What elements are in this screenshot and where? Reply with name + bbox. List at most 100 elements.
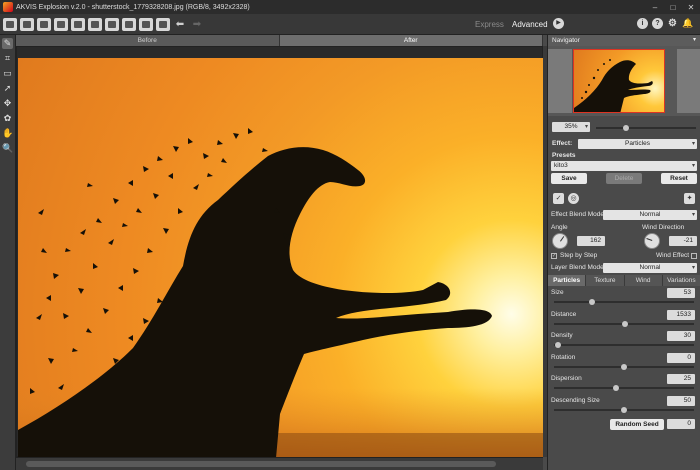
hand-icon[interactable]: ✋	[2, 128, 13, 139]
batch-icon[interactable]	[20, 17, 34, 31]
redo-icon[interactable]: ➡	[190, 18, 204, 31]
param-slider[interactable]	[554, 320, 694, 327]
random-seed-button[interactable]: Random Seed	[610, 419, 664, 430]
tab-wind[interactable]: Wind	[624, 275, 663, 286]
param-label: Density	[551, 332, 573, 339]
param-value[interactable]: 50	[667, 395, 695, 406]
load-strokes-icon[interactable]	[122, 17, 136, 31]
notifications-icon[interactable]: 🔔	[682, 18, 693, 29]
param-slider-knob[interactable]	[621, 406, 627, 413]
effect-blend-select[interactable]: Normal	[603, 210, 697, 220]
wind-effect-label: Wind Effect	[656, 252, 690, 259]
result-image	[18, 58, 543, 458]
navigator-title: Navigator	[552, 37, 580, 44]
param-slider-knob[interactable]	[612, 385, 619, 391]
mode-advanced[interactable]: Advanced	[512, 14, 548, 35]
window-title: AKVIS Explosion v.2.0 - shutterstock_177…	[16, 3, 250, 11]
param-label: Dispersion	[551, 375, 582, 382]
mode-express[interactable]: Express	[475, 14, 504, 35]
navigator-header[interactable]: Navigator ▾	[548, 35, 700, 46]
image-canvas[interactable]	[16, 46, 543, 458]
help-icon[interactable]: ?	[652, 18, 663, 29]
zoom-icon[interactable]: 🔍	[2, 143, 13, 154]
direction-icon[interactable]: ➚	[2, 83, 13, 94]
maximize-icon[interactable]: □	[664, 0, 682, 14]
zoom-select[interactable]: 35%	[552, 122, 590, 132]
random-seed-value[interactable]: 0	[667, 419, 695, 429]
tab-after[interactable]: After	[279, 35, 543, 46]
param-slider-knob[interactable]	[588, 299, 595, 305]
texture-icon[interactable]: ◎	[568, 193, 579, 204]
layer-blend-select[interactable]: Normal	[603, 263, 697, 273]
close-icon[interactable]: ✕	[682, 0, 700, 14]
undo-icon[interactable]: ⬅	[173, 18, 187, 31]
navigator[interactable]	[548, 46, 700, 116]
direction-preview-icon[interactable]: ✦	[684, 193, 695, 204]
zoom-slider-knob[interactable]	[623, 125, 629, 131]
angle-value[interactable]: 162	[577, 236, 605, 246]
angle-dial[interactable]	[552, 233, 568, 249]
param-slider[interactable]	[554, 299, 694, 305]
param-slider-knob[interactable]	[555, 342, 562, 348]
tab-before[interactable]: Before	[16, 35, 280, 46]
wind-direction-dial[interactable]	[644, 233, 660, 249]
info-icon[interactable]: i	[637, 18, 648, 29]
scroll-thumb[interactable]	[26, 461, 496, 467]
horse-silhouette-image	[18, 128, 543, 458]
view-tabs: Before After	[16, 35, 543, 46]
minimize-icon[interactable]: –	[646, 0, 664, 14]
effect-select[interactable]: Particles	[578, 139, 697, 149]
param-value[interactable]: 30	[667, 331, 695, 341]
lasso-icon[interactable]: ⌗	[2, 53, 13, 64]
param-value[interactable]: 0	[667, 352, 695, 363]
run-icon[interactable]: ▶	[553, 18, 564, 29]
param-label: Rotation	[551, 353, 576, 361]
open-file-icon[interactable]	[3, 17, 17, 31]
wind-effect-checkbox[interactable]	[691, 253, 697, 259]
preset-icon[interactable]	[156, 17, 170, 31]
tab-particles[interactable]: Particles	[548, 275, 587, 286]
share-icon[interactable]	[88, 17, 102, 31]
horizontal-scrollbar[interactable]	[16, 457, 543, 470]
param-label: Descending Size	[551, 396, 600, 404]
save-strokes-icon[interactable]	[139, 17, 153, 31]
paint-icon[interactable]: ✿	[2, 113, 13, 124]
save-icon[interactable]	[37, 17, 51, 31]
explosion-brush-icon[interactable]: ✎	[2, 38, 13, 49]
save-preset-button[interactable]: Save	[551, 173, 587, 184]
save-as-icon[interactable]	[54, 17, 68, 31]
tab-texture[interactable]: Texture	[586, 275, 625, 286]
param-value[interactable]: 53	[667, 288, 695, 298]
param-tabs: Particles Texture Wind Variations	[548, 275, 700, 286]
presets-select[interactable]: kito3	[551, 161, 697, 171]
canvas-icon[interactable]	[105, 17, 119, 31]
app-logo-icon	[3, 2, 13, 12]
param-value[interactable]: 25	[667, 374, 695, 384]
wind-direction-value[interactable]: -21	[669, 236, 697, 246]
presets-label: Presets	[552, 152, 576, 159]
layer-blend-label: Layer Blend Mode	[551, 264, 604, 271]
print-icon[interactable]	[71, 17, 85, 31]
zoom-slider[interactable]	[596, 125, 696, 131]
main-toolbar: ⬅ ➡	[0, 14, 700, 35]
transform-icon[interactable]: ✥	[2, 98, 13, 109]
tab-variations[interactable]: Variations	[662, 275, 700, 286]
effect-label: Effect:	[552, 140, 573, 147]
background-icon[interactable]: ✓	[553, 193, 564, 204]
param-slider-knob[interactable]	[622, 320, 629, 327]
delete-preset-button[interactable]: Delete	[606, 173, 642, 184]
param-slider[interactable]	[554, 342, 694, 348]
param-value[interactable]: 1533	[667, 309, 695, 320]
gear-icon[interactable]: ⚙	[667, 18, 678, 29]
param-slider-knob[interactable]	[621, 363, 627, 370]
step-by-step-checkbox[interactable]: ✓	[551, 253, 557, 259]
param-slider[interactable]	[554, 385, 694, 391]
effect-blend-label: Effect Blend Mode	[551, 211, 604, 218]
angle-label: Angle	[551, 224, 568, 231]
eraser-icon[interactable]: ▭	[2, 68, 13, 79]
param-slider[interactable]	[554, 406, 694, 413]
navigator-thumbnail[interactable]	[573, 49, 665, 113]
reset-preset-button[interactable]: Reset	[661, 173, 697, 184]
param-slider[interactable]	[554, 363, 694, 370]
collapse-icon[interactable]: ▾	[693, 35, 696, 46]
